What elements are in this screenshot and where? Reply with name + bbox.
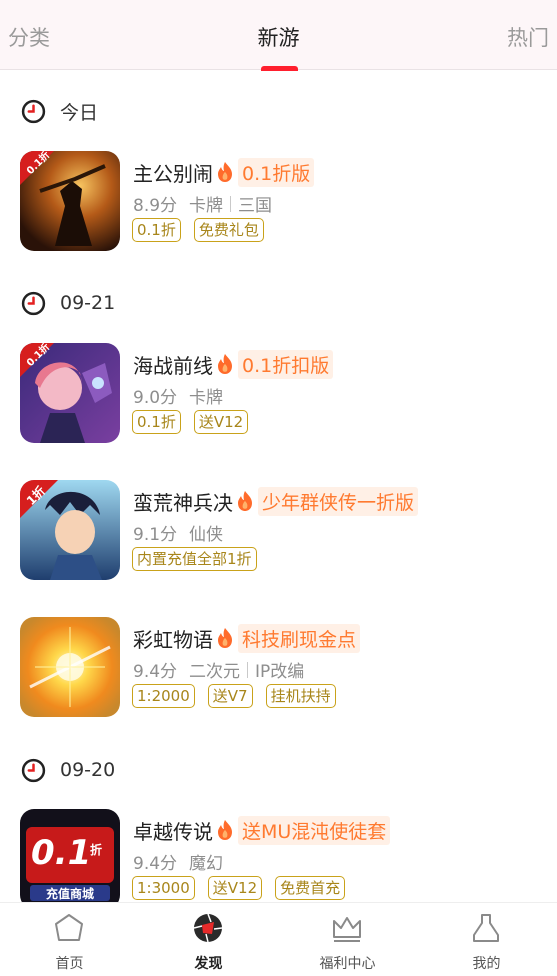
game-genre: IP改编 (255, 662, 305, 682)
game-score: 9.4分 (133, 854, 178, 874)
anime-girl-game-icon: 0.1折 (20, 343, 120, 443)
light-orb-game-icon (20, 617, 120, 717)
game-score: 8.9分 (133, 196, 178, 216)
game-tag: 0.1折 (132, 218, 181, 242)
nav-home[interactable]: 首页 (0, 903, 139, 976)
top-tab-bar: 分类 新游 热门 (0, 0, 557, 71)
game-name: 卓越传说 (133, 819, 213, 844)
game-tag: 挂机扶持 (265, 684, 336, 708)
nav-label: 发现 (194, 956, 223, 972)
game-item[interactable]: 彩虹物语 科技刷现金点 9.4分 二次元 IP改编 1:2000 送V7 挂机扶… (20, 617, 540, 719)
fire-icon (238, 491, 252, 511)
tab-hot[interactable]: 热门 (507, 22, 549, 52)
promo-label: 少年群侠传一折版 (258, 486, 419, 516)
game-name: 主公别闹 (133, 161, 213, 186)
icon-badge: 0.1 (31, 833, 91, 873)
nav-discover[interactable]: 发现 (139, 903, 278, 976)
game-item[interactable]: 0.1 折 充值商城 卓越传说 送MU混沌使徒套 9.4分 魔幻 1:3000 … (20, 809, 540, 902)
clock-icon (21, 758, 46, 782)
home-icon (55, 914, 83, 941)
nav-label: 我的 (472, 956, 501, 972)
bottom-nav: 首页 发现 福利中心 我的 (0, 902, 557, 976)
promo-label: 科技刷现金点 (238, 623, 361, 653)
nav-label: 首页 (55, 956, 84, 972)
hero-game-icon: 1折 (20, 480, 120, 580)
game-tag: 送V12 (207, 876, 263, 900)
game-genre: 卡牌 (189, 196, 224, 216)
game-genre: 仙侠 (189, 525, 224, 545)
discover-icon (193, 913, 223, 943)
promo-label: 0.1折扣版 (238, 349, 334, 379)
game-score: 9.1分 (133, 525, 178, 545)
date-label: 今日 (60, 101, 99, 124)
game-item[interactable]: 0.1折 主公别闹 0.1折版 8.9分 卡牌 三国 0.1折 免费礼包 (20, 151, 540, 253)
date-header: 09-21 (21, 288, 115, 318)
icon-badge: 折 (90, 842, 102, 857)
tab-new-games[interactable]: 新游 (0, 22, 557, 52)
clock-icon (21, 291, 46, 315)
warrior-game-icon: 0.1折 (20, 151, 120, 251)
shop-game-icon: 0.1 折 充值商城 (20, 809, 120, 902)
game-genre: 三国 (238, 196, 273, 216)
game-item[interactable]: 0.1折 海战前线 0.1折扣版 9.0分 卡牌 0.1折 送V12 (20, 343, 540, 445)
nav-profile[interactable]: 我的 (417, 903, 556, 976)
date-label: 09-21 (60, 292, 116, 314)
date-label: 09-20 (60, 759, 116, 781)
fire-icon (218, 162, 232, 182)
game-score: 9.4分 (133, 662, 178, 682)
fire-icon (218, 354, 232, 374)
game-tag: 送V7 (207, 684, 253, 708)
fire-icon (218, 628, 232, 648)
icon-badge: 充值商城 (46, 886, 94, 901)
game-genre: 魔幻 (189, 854, 224, 874)
game-score: 9.0分 (133, 388, 178, 408)
game-name: 彩虹物语 (133, 627, 213, 652)
fire-icon (218, 820, 232, 840)
nav-label: 福利中心 (319, 956, 376, 972)
game-name: 蛮荒神兵决 (133, 490, 233, 515)
nav-welfare-center[interactable]: 福利中心 (278, 903, 417, 976)
profile-icon (473, 914, 499, 942)
date-header: 今日 (21, 96, 98, 126)
game-genre: 卡牌 (189, 388, 224, 408)
promo-label: 送MU混沌使徒套 (238, 815, 391, 845)
game-tag: 内置充值全部1折 (132, 547, 257, 571)
meta-divider (230, 195, 232, 212)
game-list[interactable]: 今日 0.1折 主公别闹 0.1折版 8.9分 卡牌 三国 0.1折 免费礼包 … (0, 71, 557, 902)
game-tag: 送V12 (193, 410, 249, 434)
game-tag: 0.1折 (132, 410, 181, 434)
game-item[interactable]: 1折 蛮荒神兵决 少年群侠传一折版 9.1分 仙侠 内置充值全部1折 (20, 480, 540, 582)
crown-icon (333, 917, 361, 942)
game-genre: 二次元 (189, 662, 241, 682)
meta-divider (247, 661, 249, 678)
game-tag: 免费礼包 (193, 218, 264, 242)
date-header: 09-20 (21, 755, 115, 785)
game-tag: 1:2000 (132, 684, 195, 708)
game-name: 海战前线 (133, 353, 213, 378)
game-tag: 免费首充 (275, 876, 346, 900)
clock-icon (21, 99, 46, 123)
promo-label: 0.1折版 (238, 157, 315, 187)
game-tag: 1:3000 (132, 876, 195, 900)
